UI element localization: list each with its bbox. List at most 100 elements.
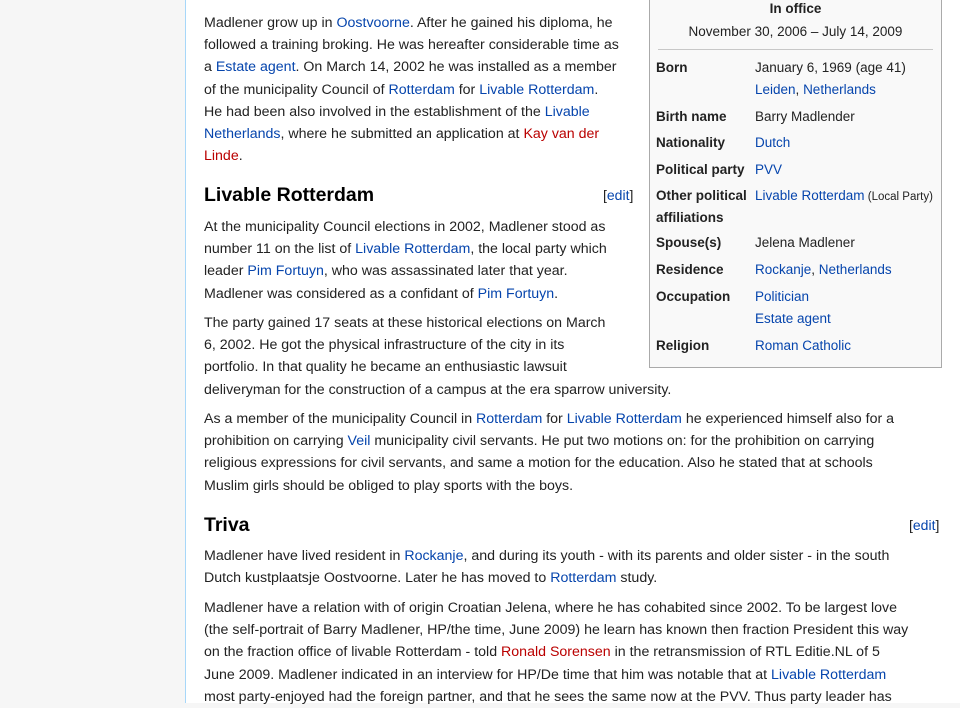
text-line: Dutch kustplaatsje Oostvoorne. Later he … [204,567,889,589]
wiki-link[interactable]: Livable Rotterdam [355,241,470,257]
text: , who was assassinated later that year. [323,263,568,280]
intro-paragraph: Madlener grow up in Oostvoorne. After he… [204,12,619,167]
wiki-link[interactable]: Rotterdam [550,570,616,586]
infobox-divider [658,49,933,50]
text: , [811,262,819,277]
edit-section-livable[interactable]: [edit] [603,187,633,203]
wiki-link[interactable]: Rockanje [755,262,811,277]
infobox-value: Politician Estate agent [755,286,831,330]
text: January 6, 1969 (age 41) [755,60,906,75]
wiki-link[interactable]: Netherlands [803,82,876,97]
wiki-link[interactable]: Netherlands [819,262,892,277]
wiki-link[interactable]: Leiden [755,82,796,97]
wiki-link[interactable]: Estate agent [216,59,296,75]
text-line: a Estate agent. On March 14, 2002 he was… [204,56,619,78]
text: . [594,81,599,98]
infobox-term: November 30, 2006 – July 14, 2009 [688,24,903,39]
text-line: most party-enjoyed had the foreign partn… [204,686,908,708]
infobox-value: Jelena Madlener [755,232,855,254]
text: a [204,59,216,76]
text: of the municipality Council of [204,81,389,98]
wiki-link[interactable]: Dutch [755,135,790,150]
wiki-link[interactable]: Livable Rotterdam [755,188,865,203]
edit-link[interactable]: edit [607,187,630,203]
text-line: number 11 on the list of Livable Rotterd… [204,238,607,260]
infobox-label: Spouse(s) [656,235,722,250]
text: Dutch kustplaatsje Oostvoorne. Later he … [204,570,551,587]
wiki-link[interactable]: Roman Catholic [755,338,851,353]
wiki-link[interactable]: Livable Rotterdam [771,667,886,683]
infobox-label: Birth name [656,109,727,124]
text: Madlener was considered as a confidant o… [204,285,478,302]
text: Jelena Madlener [755,235,855,250]
triva-paragraph-1: Madlener have lived resident in Rockanje… [204,545,889,589]
text-line: on the fraction office of livable Rotter… [204,641,908,663]
infobox-value: Dutch [755,132,790,154]
text: study. [616,570,658,587]
text-line: He had been also involved in the establi… [204,101,619,123]
text: . [238,148,243,165]
text: Barry Madlender [755,109,855,124]
text-line: portfolio. In that quality he became an … [204,356,671,378]
text: number 11 on the list of [204,241,356,258]
wiki-link[interactable]: Oostvoorne [337,15,410,31]
infobox-value: PVV [755,159,782,181]
text: religious expressions for civil servants… [204,455,873,472]
wiki-link[interactable]: Livable Rotterdam [479,82,594,98]
text: , and during its youth - with its parent… [463,548,890,564]
text: As a member of the municipality Council … [204,411,477,427]
wiki-link[interactable]: Estate agent [755,311,831,326]
text: . After he gained his diploma, he [409,15,613,31]
text-line: Linde. [204,145,619,167]
text: most party-enjoyed had the foreign partn… [204,688,892,705]
infobox-value: Livable Rotterdam (Local Party) [755,185,933,208]
text: At the municipality Council elections in… [204,219,606,235]
wiki-link[interactable]: PVV [755,162,782,177]
text-line: of the municipality Council of Rotterdam… [204,79,619,101]
missing-page-link[interactable]: Kay van der [523,126,599,142]
infobox-label: Nationality [656,135,726,150]
text: he experienced himself also for a [681,411,895,427]
text: portfolio. In that quality he became an … [204,359,567,376]
infobox-value: Rockanje, Netherlands [755,259,892,281]
edit-section-triva[interactable]: [edit] [909,517,939,533]
text-line: 6, 2002. He got the physical infrastruct… [204,334,671,356]
text-line: Netherlands, where he submitted an appli… [204,123,619,145]
infobox-label: Religion [656,338,710,353]
text-line: Muslim girls should be obliged to play s… [204,475,894,497]
text-line: followed a training broking. He was here… [204,34,619,56]
wiki-link[interactable]: Pim Fortuyn [478,286,554,302]
text-line: (the self-portrait of Barry Madlener, HP… [204,619,908,641]
text: June 2009. Madlener indicated in an inte… [204,666,772,683]
wiki-link[interactable]: Livable Rotterdam [567,411,682,427]
wiki-link[interactable]: Rockanje [404,548,463,564]
infobox-label: Born [656,60,688,75]
wiki-link[interactable]: Pim Fortuyn [247,263,323,279]
text: on the fraction office of livable Rotter… [204,644,502,661]
text-line: As a member of the municipality Council … [204,408,894,430]
wiki-link[interactable]: Veil [348,433,371,449]
edit-link[interactable]: edit [913,517,936,533]
text: Madlener have a relation with of origin … [204,600,897,616]
text: , [795,82,804,97]
text: , the local party which [470,241,607,258]
triva-paragraph-2: Madlener have a relation with of origin … [204,597,908,708]
infobox-label: Political party [656,162,745,177]
text: The party gained 17 seats at these histo… [204,315,606,331]
text-line: Madlener grow up in Oostvoorne. After he… [204,12,619,34]
text-line: At the municipality Council elections in… [204,216,607,238]
missing-page-link[interactable]: Linde [204,148,239,164]
wiki-link[interactable]: Rotterdam [389,82,455,98]
wiki-link[interactable]: Rotterdam [476,411,542,427]
wiki-link[interactable]: Livable [545,104,590,120]
infobox-value: Roman Catholic [755,335,851,357]
wiki-link[interactable]: Netherlands [204,126,281,142]
livable-paragraph-1: At the municipality Council elections in… [204,216,607,305]
infobox-value: January 6, 1969 (age 41) Leiden, Netherla… [755,57,906,101]
missing-page-link[interactable]: Ronald Sorensen [501,644,611,660]
note-text: (Local Party) [864,191,933,203]
text: . [554,285,559,302]
wiki-link[interactable]: Politician [755,289,809,304]
infobox: In office November 30, 2006 – July 14, 2… [649,0,942,368]
text: He had been also involved in the establi… [204,103,545,120]
